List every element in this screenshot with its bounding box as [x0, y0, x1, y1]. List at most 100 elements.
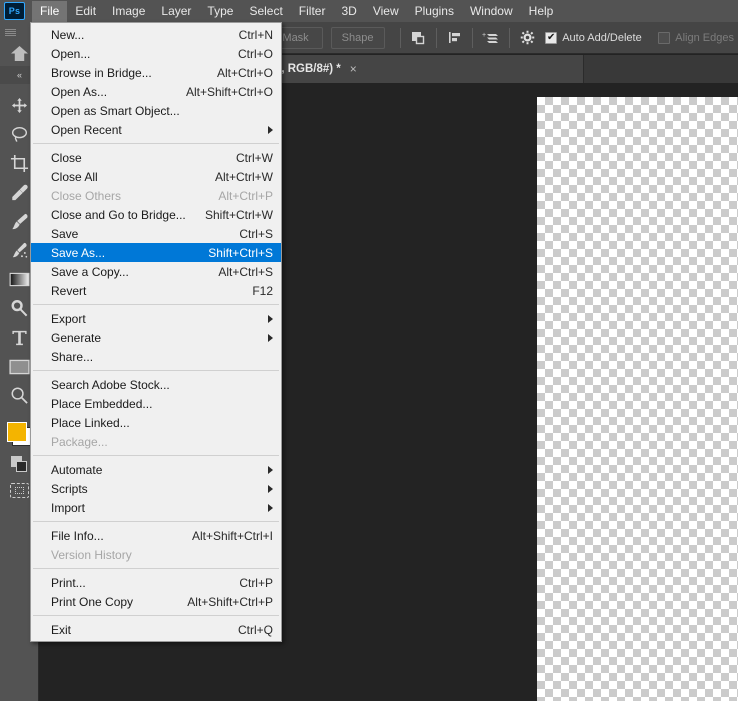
- menu-item-import[interactable]: Import: [31, 498, 281, 517]
- chevron-right-icon: [268, 314, 273, 323]
- options-separator: [508, 27, 510, 48]
- menu-item-label: Close Others: [51, 188, 122, 203]
- photoshop-logo: Ps: [4, 2, 25, 20]
- menu-item-label: Place Embedded...: [51, 396, 153, 411]
- menu-item-save-as[interactable]: Save As... Shift+Ctrl+S: [31, 243, 281, 262]
- menu-item-shortcut: Alt+Ctrl+O: [216, 65, 273, 80]
- options-separator: [435, 27, 437, 48]
- menu-item-label: Close and Go to Bridge...: [51, 207, 186, 222]
- menu-item-close-and-go-to-bridge[interactable]: Close and Go to Bridge... Shift+Ctrl+W: [31, 205, 281, 224]
- options-separator: [399, 27, 401, 48]
- menu-item-print[interactable]: Print... Ctrl+P: [31, 573, 281, 592]
- menu-item-shortcut: Ctrl+Q: [237, 622, 273, 637]
- menubar-item-layer[interactable]: Layer: [153, 1, 199, 22]
- menu-item-revert[interactable]: Revert F12: [31, 281, 281, 300]
- menu-item-open[interactable]: Open... Ctrl+O: [31, 44, 281, 63]
- menu-item-exit[interactable]: Exit Ctrl+Q: [31, 620, 281, 639]
- menu-item-open-as-smart-object[interactable]: Open as Smart Object...: [31, 101, 281, 120]
- menu-separator: [33, 143, 279, 144]
- menu-item-shortcut: Ctrl+W: [236, 150, 273, 165]
- document-canvas[interactable]: [537, 97, 738, 701]
- photoshop-window: Ps File Edit Image Layer Type Select Filter 3D V…: [0, 0, 738, 701]
- chevron-right-icon: [268, 465, 273, 474]
- menubar-item-select[interactable]: Select: [241, 1, 290, 22]
- menubar-item-plugins[interactable]: Plugins: [407, 1, 462, 22]
- menu-item-generate[interactable]: Generate: [31, 328, 281, 347]
- menubar-item-edit[interactable]: Edit: [67, 1, 104, 22]
- color-swatches[interactable]: [7, 422, 31, 446]
- menu-item-label: Save As...: [51, 245, 106, 260]
- menu-item-label: Share...: [51, 349, 94, 364]
- menu-item-label: Open As...: [51, 84, 108, 99]
- auto-add-delete-checkbox[interactable]: ✔ Auto Add/Delete: [545, 31, 642, 44]
- menu-item-shortcut: Shift+Ctrl+W: [204, 207, 273, 222]
- menu-item-label: Version History: [51, 547, 132, 562]
- menu-item-close[interactable]: Close Ctrl+W: [31, 148, 281, 167]
- menu-item-file-info[interactable]: File Info... Alt+Shift+Ctrl+I: [31, 526, 281, 545]
- menu-item-shortcut: Alt+Ctrl+P: [218, 188, 273, 203]
- menu-item-export[interactable]: Export: [31, 309, 281, 328]
- menu-item-scripts[interactable]: Scripts: [31, 479, 281, 498]
- path-alignment-icon[interactable]: [444, 27, 465, 49]
- menu-item-open-recent[interactable]: Open Recent: [31, 120, 281, 139]
- menu-item-label: Close All: [51, 169, 98, 184]
- menubar-item-view[interactable]: View: [365, 1, 407, 22]
- menu-item-shortcut: Alt+Shift+Ctrl+P: [187, 594, 273, 609]
- menu-item-shortcut: Shift+Ctrl+S: [208, 245, 273, 260]
- menu-item-label: Revert: [51, 283, 87, 298]
- menu-item-label: File Info...: [51, 528, 104, 543]
- menu-item-share[interactable]: Share...: [31, 347, 281, 366]
- menu-item-close-all[interactable]: Close All Alt+Ctrl+W: [31, 167, 281, 186]
- chevron-right-icon: [268, 333, 273, 342]
- menu-item-print-one-copy[interactable]: Print One Copy Alt+Shift+Ctrl+P: [31, 592, 281, 611]
- menubar-item-type[interactable]: Type: [199, 1, 241, 22]
- menu-item-shortcut: Ctrl+O: [237, 46, 273, 61]
- menu-item-save-a-copy[interactable]: Save a Copy... Alt+Ctrl+S: [31, 262, 281, 281]
- menubar-item-image[interactable]: Image: [104, 1, 153, 22]
- menu-item-label: Automate: [51, 462, 103, 477]
- chevron-right-icon: [268, 484, 273, 493]
- menubar-item-3d[interactable]: 3D: [333, 1, 364, 22]
- menubar-item-filter[interactable]: Filter: [291, 1, 334, 22]
- menu-separator: [33, 304, 279, 305]
- menu-separator: [33, 615, 279, 616]
- path-operations-icon[interactable]: [407, 27, 428, 49]
- foreground-color-swatch[interactable]: [7, 422, 27, 442]
- menubar-item-window[interactable]: Window: [462, 1, 521, 22]
- align-edges-checkbox[interactable]: Align Edges: [658, 31, 734, 44]
- menu-item-place-embedded[interactable]: Place Embedded...: [31, 394, 281, 413]
- menubar-item-help[interactable]: Help: [521, 1, 562, 22]
- menu-item-label: Package...: [51, 434, 108, 449]
- menu-item-browse-in-bridge[interactable]: Browse in Bridge... Alt+Ctrl+O: [31, 63, 281, 82]
- menu-item-shortcut: F12: [252, 283, 273, 298]
- menu-item-shortcut: Ctrl+P: [239, 575, 273, 590]
- path-arrangement-icon[interactable]: +: [480, 27, 501, 49]
- menu-item-label: Close: [51, 150, 82, 165]
- menu-item-shortcut: Ctrl+S: [239, 226, 273, 241]
- file-menu-dropdown[interactable]: New... Ctrl+N Open... Ctrl+O Browse in Bridg…: [30, 22, 282, 642]
- menu-item-open-as[interactable]: Open As... Alt+Shift+Ctrl+O: [31, 82, 281, 101]
- menubar-item-file[interactable]: File: [32, 0, 68, 22]
- menu-item-shortcut: Alt+Ctrl+W: [214, 169, 273, 184]
- chevron-right-icon: [268, 125, 273, 134]
- menu-item-search-adobe-stock[interactable]: Search Adobe Stock...: [31, 375, 281, 394]
- menu-item-label: Print One Copy: [51, 594, 134, 609]
- menu-item-shortcut: Alt+Shift+Ctrl+I: [191, 528, 273, 543]
- menu-item-label: Open as Smart Object...: [51, 103, 180, 118]
- menu-item-new[interactable]: New... Ctrl+N: [31, 25, 281, 44]
- menu-item-label: Exit: [51, 622, 72, 637]
- menu-item-shortcut: Ctrl+N: [238, 27, 273, 42]
- close-icon[interactable]: ×: [350, 62, 357, 76]
- menu-item-save[interactable]: Save Ctrl+S: [31, 224, 281, 243]
- menu-separator: [33, 370, 279, 371]
- svg-text:+: +: [482, 32, 486, 39]
- menu-item-place-linked[interactable]: Place Linked...: [31, 413, 281, 432]
- menu-item-label: Import: [51, 500, 86, 515]
- gear-icon[interactable]: [517, 27, 538, 49]
- shape-button[interactable]: Shape: [330, 26, 385, 49]
- menu-item-automate[interactable]: Automate: [31, 460, 281, 479]
- menu-item-label: Scripts: [51, 481, 88, 496]
- menu-item-shortcut: Alt+Shift+Ctrl+O: [185, 84, 273, 99]
- menu-separator: [33, 521, 279, 522]
- menu-item-label: New...: [51, 27, 85, 42]
